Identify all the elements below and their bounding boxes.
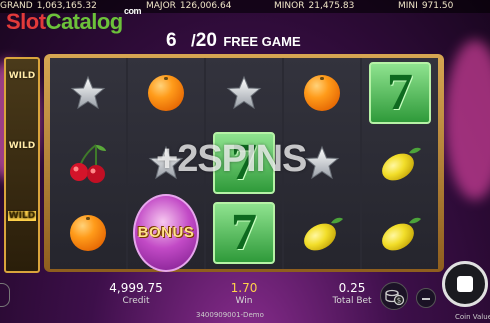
cherry-symbol [70,144,106,183]
jackpot-value: 971.50 [421,1,454,11]
reel-column [50,58,126,269]
side-wild-cell: WILD [8,131,36,195]
reel-cell [50,198,126,268]
total-bet-stat: 0.25 Total Bet [322,281,382,307]
bonus-symbol: BONUS [133,194,199,272]
logo-suffix: com [124,6,142,16]
bet-decrease-button[interactable] [416,288,436,308]
jackpot-value: 21,475.83 [308,1,355,11]
wild-label: WILD [8,211,36,221]
orange-symbol [70,215,106,251]
bet-coins-button[interactable]: $ [380,282,408,310]
free-game-total: 20 [195,30,217,51]
side-wild-cell: WILD [8,61,36,125]
orange-symbol [304,75,340,111]
credit-label: Credit [122,296,150,306]
star-symbol [70,75,106,110]
reel-cell: 7 [206,198,282,268]
free-game-label: FREE GAME [223,34,301,49]
jackpot-mini: MINI 971.50 [398,0,453,13]
menu-edge-button[interactable] [0,283,10,307]
reel-cell [50,128,126,198]
stop-icon [457,276,473,292]
lemon-symbol [382,147,421,181]
star-symbol [226,75,262,110]
reel-cell [128,58,204,128]
reel-column: 7 [362,58,438,269]
lemon-symbol [304,217,343,251]
slotcatalog-logo: SlotCatalog com [6,6,142,35]
win-stat: 1.70 Win [216,281,272,307]
star-symbol [304,145,340,180]
reel-cell [362,198,438,268]
bonus-label: BONUS [137,224,195,241]
plus-spins-overlay: +2SPINS [156,138,307,180]
win-value: 1.70 [230,281,258,295]
reel-cell [50,58,126,128]
seven-glyph: 7 [387,64,413,121]
reel-cell: 7 [362,58,438,128]
credit-value: 4,999.75 [109,281,163,295]
reel-cell [362,128,438,198]
stage-light-right [445,40,490,200]
total-bet-label: Total Bet [332,296,372,306]
free-game-current: 6 [166,30,177,51]
reel-cell [284,58,360,128]
logo-slot-text: Slot [6,9,46,34]
jackpot-value: 126,006.64 [179,1,232,11]
seven-symbol: 7 [213,202,275,264]
logo-catalog-text: Catalog [45,9,124,34]
orange-symbol [148,75,184,111]
free-game-counter: 6 /20 FREE GAME [166,30,301,52]
wild-label: WILD [8,141,36,151]
reel-cell: BONUS [128,194,204,272]
stop-spin-button[interactable] [442,261,488,307]
jackpot-label: MINI [398,1,418,11]
wild-label: WILD [8,71,36,81]
jackpot-label: MAJOR [146,1,176,11]
win-label: Win [235,296,253,306]
seven-glyph: 7 [231,204,257,261]
coin-value-label: Coin Value [455,313,490,321]
jackpot-major: MAJOR 126,006.64 [146,0,231,13]
reel-cell [284,198,360,268]
seven-symbol: 7 [369,62,431,124]
game-id: 3400909001-Demo [196,311,264,319]
svg-text:$: $ [397,297,401,305]
jackpot-minor: MINOR 21,475.83 [274,0,354,13]
credit-stat: 4,999.75 Credit [96,281,176,307]
lemon-symbol [382,217,421,251]
total-bet-value: 0.25 [338,281,366,295]
jackpot-label: MINOR [274,1,305,11]
minus-icon [422,298,430,300]
side-wild-cell: WILD [8,201,36,265]
reel-cell [206,58,282,128]
coins-icon: $ [385,289,405,306]
wild-side-column: WILD WILD WILD [4,57,40,273]
